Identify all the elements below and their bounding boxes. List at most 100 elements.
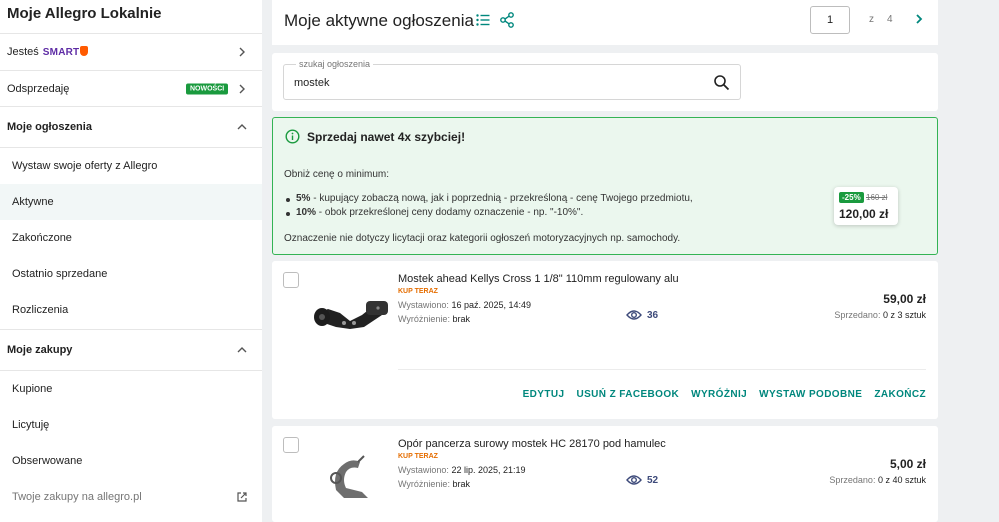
sidebar-item-label: Twoje zakupy na allegro.pl	[12, 491, 142, 503]
sidebar-item-rozliczenia[interactable]: Rozliczenia	[0, 292, 262, 328]
offer-image-stem[interactable]	[310, 293, 400, 343]
eye-icon	[626, 475, 642, 485]
promo-header: Sprzedaj nawet 4x szybciej!	[285, 129, 465, 144]
section-label: Moje zakupy	[7, 344, 73, 356]
sidebar-item-label: Licytuję	[12, 419, 50, 431]
search-legend: szukaj ogłoszenia	[296, 59, 374, 69]
listed-value: 16 paź. 2025, 14:49	[451, 300, 532, 310]
search-card: szukaj ogłoszenia mostek	[272, 53, 938, 111]
page-total: 4	[887, 14, 893, 25]
smart-logo: SMART	[42, 47, 80, 58]
sidebar-item-label: Rozliczenia	[12, 304, 69, 316]
list-icon[interactable]	[475, 12, 491, 28]
offer-title[interactable]: Mostek ahead Kellys Cross 1 1/8" 110mm r…	[398, 273, 679, 285]
price-tag-example: -25% 160 zł 120,00 zł	[834, 187, 898, 225]
sidebar-item-label: Kupione	[12, 383, 53, 395]
feature-button[interactable]: WYRÓŻNIJ	[691, 389, 747, 400]
sidebar-item-obserwowane[interactable]: Obserwowane	[0, 443, 262, 479]
sidebar-item-zakonczone[interactable]: Zakończone	[0, 220, 262, 256]
new-badge: NOWOŚCI	[186, 83, 229, 94]
sold-label: Sprzedano:	[834, 310, 881, 320]
offer-views: 36	[626, 309, 658, 321]
new-price: 120,00 zł	[839, 207, 889, 221]
offer-listed: Wystawiono: 16 paź. 2025, 14:49	[398, 300, 531, 310]
offer-title[interactable]: Opór pancerza surowy mostek HC 28170 pod…	[398, 438, 666, 450]
edit-button[interactable]: EDYTUJ	[523, 389, 565, 400]
offer-price: 59,00 zł	[883, 292, 926, 306]
sold-value: 0 z 40 sztuk	[877, 475, 926, 485]
divider	[398, 369, 926, 370]
sidebar-item-aktywne[interactable]: Aktywne	[0, 184, 262, 220]
offer-views: 52	[626, 474, 658, 486]
offer-sold: Sprzedano: 0 z 40 sztuk	[829, 475, 926, 485]
promo-note: Oznaczenie nie dotyczy licytacji oraz ka…	[284, 233, 681, 244]
chevron-up-icon	[237, 124, 247, 130]
section-moje-zakupy[interactable]: Moje zakupy	[0, 330, 262, 370]
sidebar-item-allegro-link[interactable]: Twoje zakupy na allegro.pl	[0, 479, 262, 515]
remove-facebook-button[interactable]: USUŃ Z FACEBOOK	[576, 389, 679, 400]
old-price: 160 zł	[866, 193, 888, 202]
offer-price: 5,00 zł	[889, 457, 926, 471]
promo-title: Sprzedaj nawet 4x szybciej!	[307, 129, 466, 144]
list-similar-button[interactable]: WYSTAW PODOBNE	[759, 389, 862, 400]
jestes-label: Jesteś	[7, 46, 39, 58]
sold-value: 0 z 3 sztuk	[882, 310, 926, 320]
offer-card: Opór pancerza surowy mostek HC 28170 pod…	[272, 426, 938, 522]
sidebar: Moje Allegro Lokalnie Jesteś SMART Odsprz…	[0, 0, 262, 522]
views-count: 36	[647, 309, 659, 321]
offer-listed: Wystawiono: 22 lip. 2025, 21:19	[398, 465, 526, 475]
sidebar-item-label: Aktywne	[12, 196, 54, 208]
bullet-bold: 5%	[296, 193, 311, 204]
sold-label: Sprzedano:	[829, 475, 876, 485]
sidebar-item-kupione[interactable]: Kupione	[0, 371, 262, 407]
offer-checkbox[interactable]	[283, 272, 299, 288]
sidebar-item-licytuje[interactable]: Licytuję	[0, 407, 262, 443]
page-title: Moje aktywne ogłoszenia	[284, 11, 474, 30]
share-icon[interactable]	[499, 12, 515, 28]
external-link-icon	[237, 492, 247, 502]
promo-intro: Obniż cenę o minimum:	[284, 169, 390, 180]
page-header: Moje aktywne ogłoszenia 1 z 4	[272, 0, 938, 45]
listed-label: Wystawiono:	[398, 300, 449, 310]
bullet-text: - kupujący zobaczą nową, jak i poprzedni…	[310, 193, 693, 204]
promo-banner: Sprzedaj nawet 4x szybciej! Obniż cenę o…	[272, 117, 938, 255]
info-icon	[285, 129, 300, 144]
chevron-right-icon[interactable]	[912, 12, 926, 26]
eye-icon	[626, 310, 642, 320]
search-input[interactable]: szukaj ogłoszenia mostek	[283, 59, 741, 100]
bullet-bold: 10%	[296, 207, 317, 218]
offer-sold: Sprzedano: 0 z 3 sztuk	[834, 310, 926, 320]
featured-label: Wyróżnienie:	[398, 314, 450, 324]
page-of-label: z	[869, 14, 874, 25]
sidebar-item-label: Odsprzedaję	[7, 82, 70, 95]
sidebar-item-label: Zakończone	[12, 232, 72, 244]
end-offer-button[interactable]: ZAKOŃCZ	[874, 389, 926, 400]
featured-value: brak	[452, 314, 470, 324]
sidebar-item-ostatnio-sprzedane[interactable]: Ostatnio sprzedane	[0, 256, 262, 292]
smart-badge-icon	[80, 46, 89, 56]
sidebar-item-wystaw[interactable]: Wystaw swoje oferty z Allegro	[0, 148, 262, 184]
views-count: 52	[647, 474, 659, 486]
featured-label: Wyróżnienie:	[398, 479, 450, 489]
bullet-text: - obok przekreślonej ceny dodamy oznacze…	[316, 207, 584, 218]
kup-teraz-label: KUP TERAZ	[398, 288, 438, 295]
listed-value: 22 lip. 2025, 21:19	[451, 465, 526, 475]
sidebar-item-label: Obserwowane	[12, 455, 83, 467]
search-icon[interactable]	[713, 74, 730, 91]
sidebar-item-smart[interactable]: Jesteś SMART	[0, 34, 262, 70]
section-moje-ogloszenia[interactable]: Moje ogłoszenia	[0, 107, 262, 147]
sidebar-title: Moje Allegro Lokalnie	[7, 5, 162, 22]
promo-bullet: 5% - kupujący zobaczą nową, jak i poprze…	[284, 193, 693, 204]
page-number-input[interactable]: 1	[810, 6, 850, 34]
sidebar-item-odsprzedaje[interactable]: Odsprzedaję NOWOŚCI	[0, 71, 262, 106]
offer-checkbox[interactable]	[283, 437, 299, 453]
listed-label: Wystawiono:	[398, 465, 449, 475]
chevron-right-icon	[239, 47, 245, 57]
smart-row-label: Jesteś SMART	[7, 46, 89, 58]
chevron-up-icon	[237, 347, 247, 353]
sidebar-item-label: Ostatnio sprzedane	[12, 268, 108, 280]
search-value: mostek	[294, 77, 330, 89]
promo-list: 5% - kupujący zobaczą nową, jak i poprze…	[284, 193, 693, 221]
kup-teraz-label: KUP TERAZ	[398, 453, 438, 460]
offer-image-cable-stop[interactable]	[322, 450, 382, 500]
